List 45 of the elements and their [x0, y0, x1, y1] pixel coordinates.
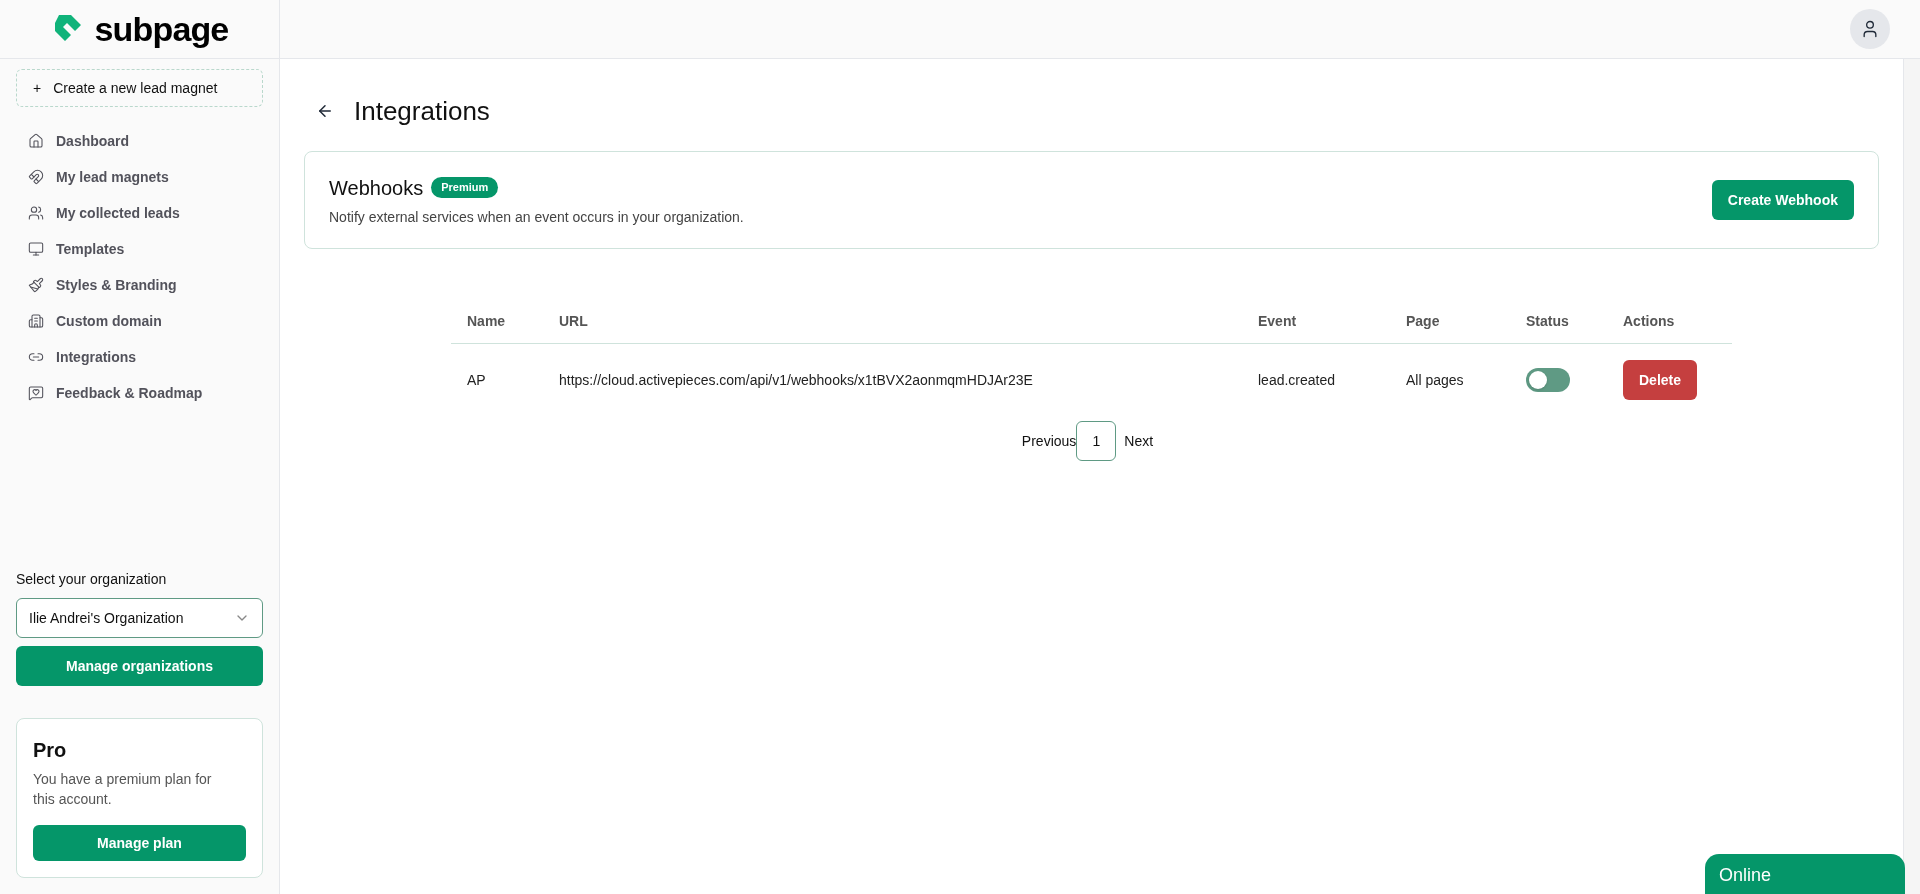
- sidebar-item[interactable]: Integrations: [28, 339, 251, 375]
- sidebar-item[interactable]: My collected leads: [28, 195, 251, 231]
- organization-label: Select your organization: [16, 570, 168, 589]
- column-header: Event: [1242, 301, 1390, 343]
- table-cell: lead.created: [1242, 343, 1390, 417]
- create-lead-magnet-button[interactable]: + Create a new lead magnet: [16, 69, 263, 107]
- table-cell: https://cloud.activepieces.com/api/v1/webhooks/x1tBVX2aonmqmHDJAr23E: [543, 343, 1242, 417]
- column-header: Status: [1510, 301, 1607, 343]
- table-cell: All pages: [1390, 343, 1510, 417]
- sidebar-item[interactable]: Feedback & Roadmap: [28, 375, 251, 411]
- user-avatar-icon[interactable]: [1850, 9, 1890, 49]
- page-title: Integrations: [354, 94, 490, 128]
- delete-button[interactable]: Delete: [1623, 360, 1698, 401]
- sidebar-item[interactable]: Templates: [28, 231, 251, 267]
- plan-description: You have a premium plan for this account.: [33, 770, 213, 809]
- organization-select[interactable]: Ilie Andrei's Organization: [16, 598, 263, 638]
- column-header: Name: [451, 301, 543, 343]
- manage-organizations-button[interactable]: Manage organizations: [16, 646, 263, 686]
- column-header: URL: [543, 301, 1242, 343]
- house-icon: [28, 133, 44, 149]
- create-webhook-button[interactable]: Create Webhook: [1711, 180, 1854, 220]
- chat-heart-icon: [28, 385, 44, 401]
- column-header: Page: [1390, 301, 1510, 343]
- webhooks-title: Webhooks: [329, 175, 424, 201]
- logo-text: subpage: [94, 8, 229, 50]
- status-toggle[interactable]: [1526, 368, 1570, 393]
- plan-title: Pro: [33, 738, 68, 763]
- building-icon: [28, 313, 44, 329]
- users-icon: [28, 205, 44, 221]
- sidebar-item[interactable]: Custom domain: [28, 303, 251, 339]
- webhooks-description: Notify external services when an event occurs in your organization.: [329, 207, 744, 227]
- monitor-icon: [28, 241, 44, 257]
- next-link[interactable]: Next: [1116, 430, 1162, 452]
- chat-widget[interactable]: Online: [1705, 854, 1905, 894]
- magnet-icon: [28, 169, 44, 185]
- previous-link[interactable]: Previous: [1021, 430, 1077, 452]
- table-cell: AP: [451, 343, 543, 417]
- page-number-button[interactable]: 1: [1076, 421, 1117, 461]
- sidebar-item[interactable]: Styles & Branding: [28, 267, 251, 303]
- sidebar-item[interactable]: Dashboard: [28, 123, 251, 159]
- column-header: Actions: [1607, 301, 1732, 343]
- manage-plan-button[interactable]: Manage plan: [33, 825, 246, 861]
- premium-badge: Premium: [431, 177, 499, 198]
- brush-icon: [28, 277, 44, 293]
- sidebar-item[interactable]: My lead magnets: [28, 159, 251, 195]
